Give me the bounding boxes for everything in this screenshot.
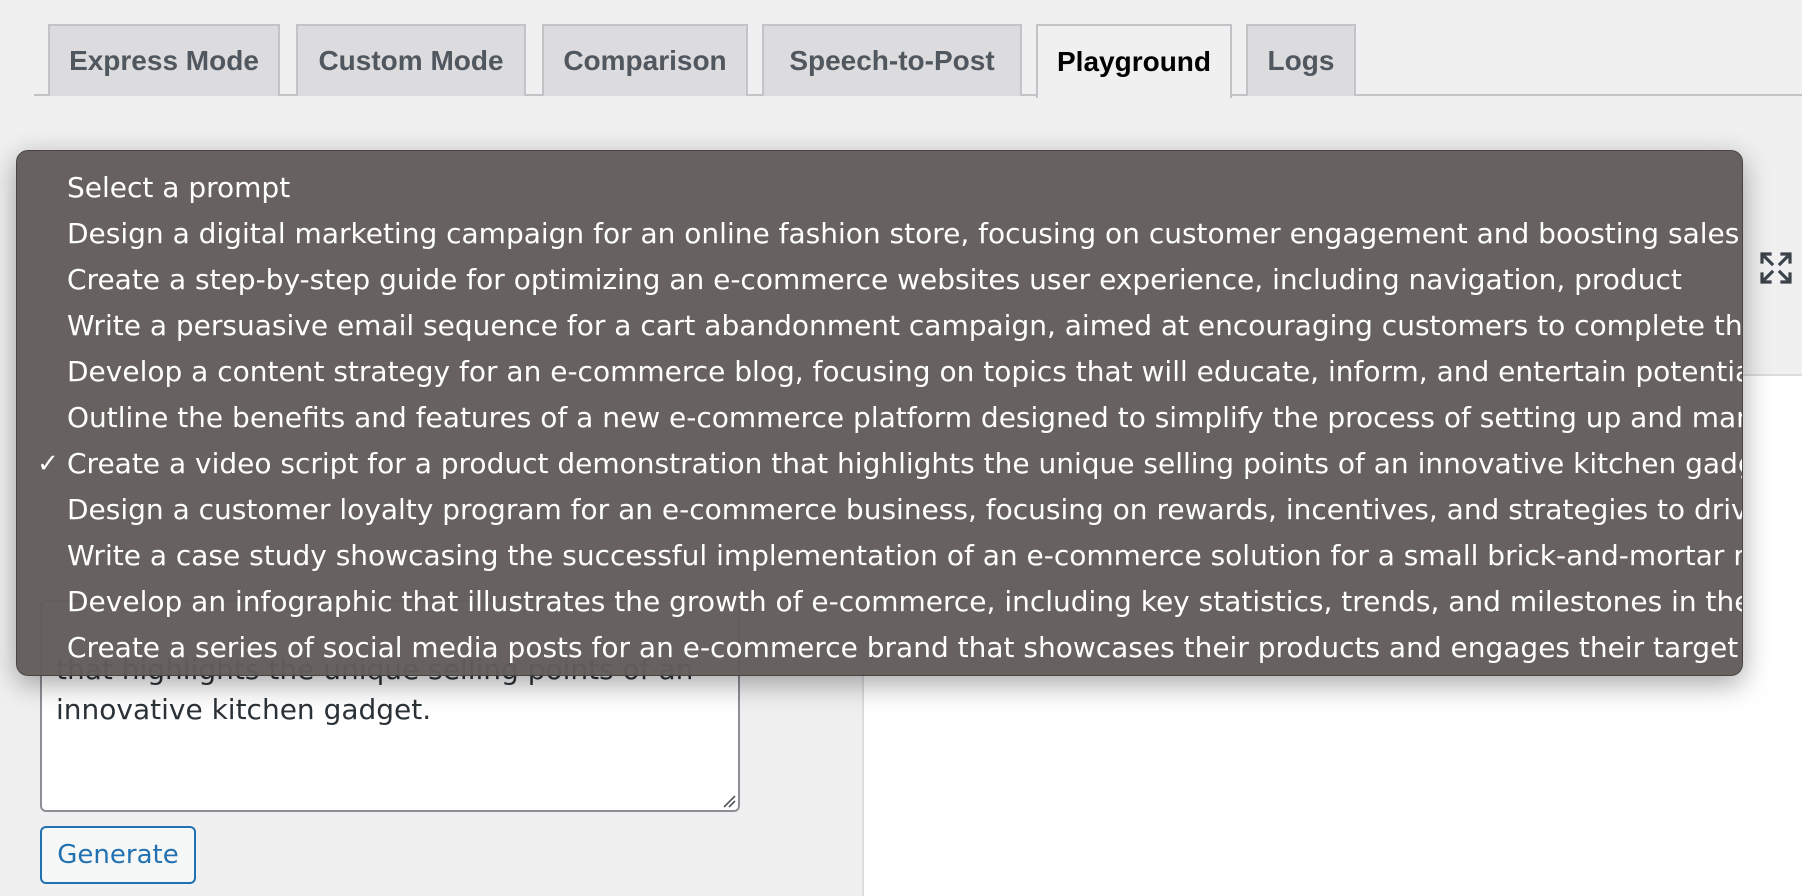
prompt-option-label: Design a customer loyalty program for an… <box>67 493 1742 526</box>
prompt-option[interactable]: Write a case study showcasing the succes… <box>17 533 1742 579</box>
prompt-option-label: Select a prompt <box>67 171 291 204</box>
prompt-option[interactable]: Design a digital marketing campaign for … <box>17 211 1742 257</box>
playground-page: Express Mode Custom Mode Comparison Spee… <box>0 0 1802 896</box>
prompt-option-label: Create a video script for a product demo… <box>67 447 1742 480</box>
prompt-option-label: Create a series of social media posts fo… <box>67 631 1739 664</box>
tab-comparison[interactable]: Comparison <box>542 24 748 96</box>
prompt-option[interactable]: Create a series of social media posts fo… <box>17 625 1742 671</box>
tab-speech-to-post[interactable]: Speech-to-Post <box>762 24 1022 96</box>
prompt-option[interactable]: ✓ Create a video script for a product dem… <box>17 441 1742 487</box>
prompt-option[interactable]: Outline the benefits and features of a n… <box>17 395 1742 441</box>
prompt-option-label: Outline the benefits and features of a n… <box>67 401 1742 434</box>
generate-button[interactable]: Generate <box>40 826 196 884</box>
tab-custom-mode[interactable]: Custom Mode <box>296 24 526 96</box>
prompt-option-label: Develop a content strategy for an e-comm… <box>67 355 1742 388</box>
prompt-option-label: Design a digital marketing campaign for … <box>67 217 1742 250</box>
tab-bar: Express Mode Custom Mode Comparison Spee… <box>34 0 1802 98</box>
prompt-option-label: Write a case study showcasing the succes… <box>67 539 1742 572</box>
tab-logs[interactable]: Logs <box>1246 24 1356 96</box>
prompt-option-label: Create a step-by-step guide for optimizi… <box>67 263 1682 296</box>
prompt-option[interactable]: Write a persuasive email sequence for a … <box>17 303 1742 349</box>
prompt-option-placeholder[interactable]: Select a prompt <box>17 165 1742 211</box>
fullscreen-icon[interactable] <box>1756 248 1796 288</box>
prompt-option[interactable]: Create a step-by-step guide for optimizi… <box>17 257 1742 303</box>
tab-playground[interactable]: Playground <box>1036 24 1232 98</box>
prompt-option-label: Develop an infographic that illustrates … <box>67 585 1742 618</box>
prompt-option-label: Write a persuasive email sequence for a … <box>67 309 1742 342</box>
resize-handle-icon[interactable] <box>722 794 736 808</box>
checkmark-icon: ✓ <box>37 449 59 479</box>
prompt-option[interactable]: Design a customer loyalty program for an… <box>17 487 1742 533</box>
prompt-select-dropdown[interactable]: Select a prompt Design a digital marketin… <box>16 150 1743 676</box>
tab-express-mode[interactable]: Express Mode <box>48 24 280 96</box>
prompt-option[interactable]: Develop an infographic that illustrates … <box>17 579 1742 625</box>
prompt-option[interactable]: Develop a content strategy for an e-comm… <box>17 349 1742 395</box>
